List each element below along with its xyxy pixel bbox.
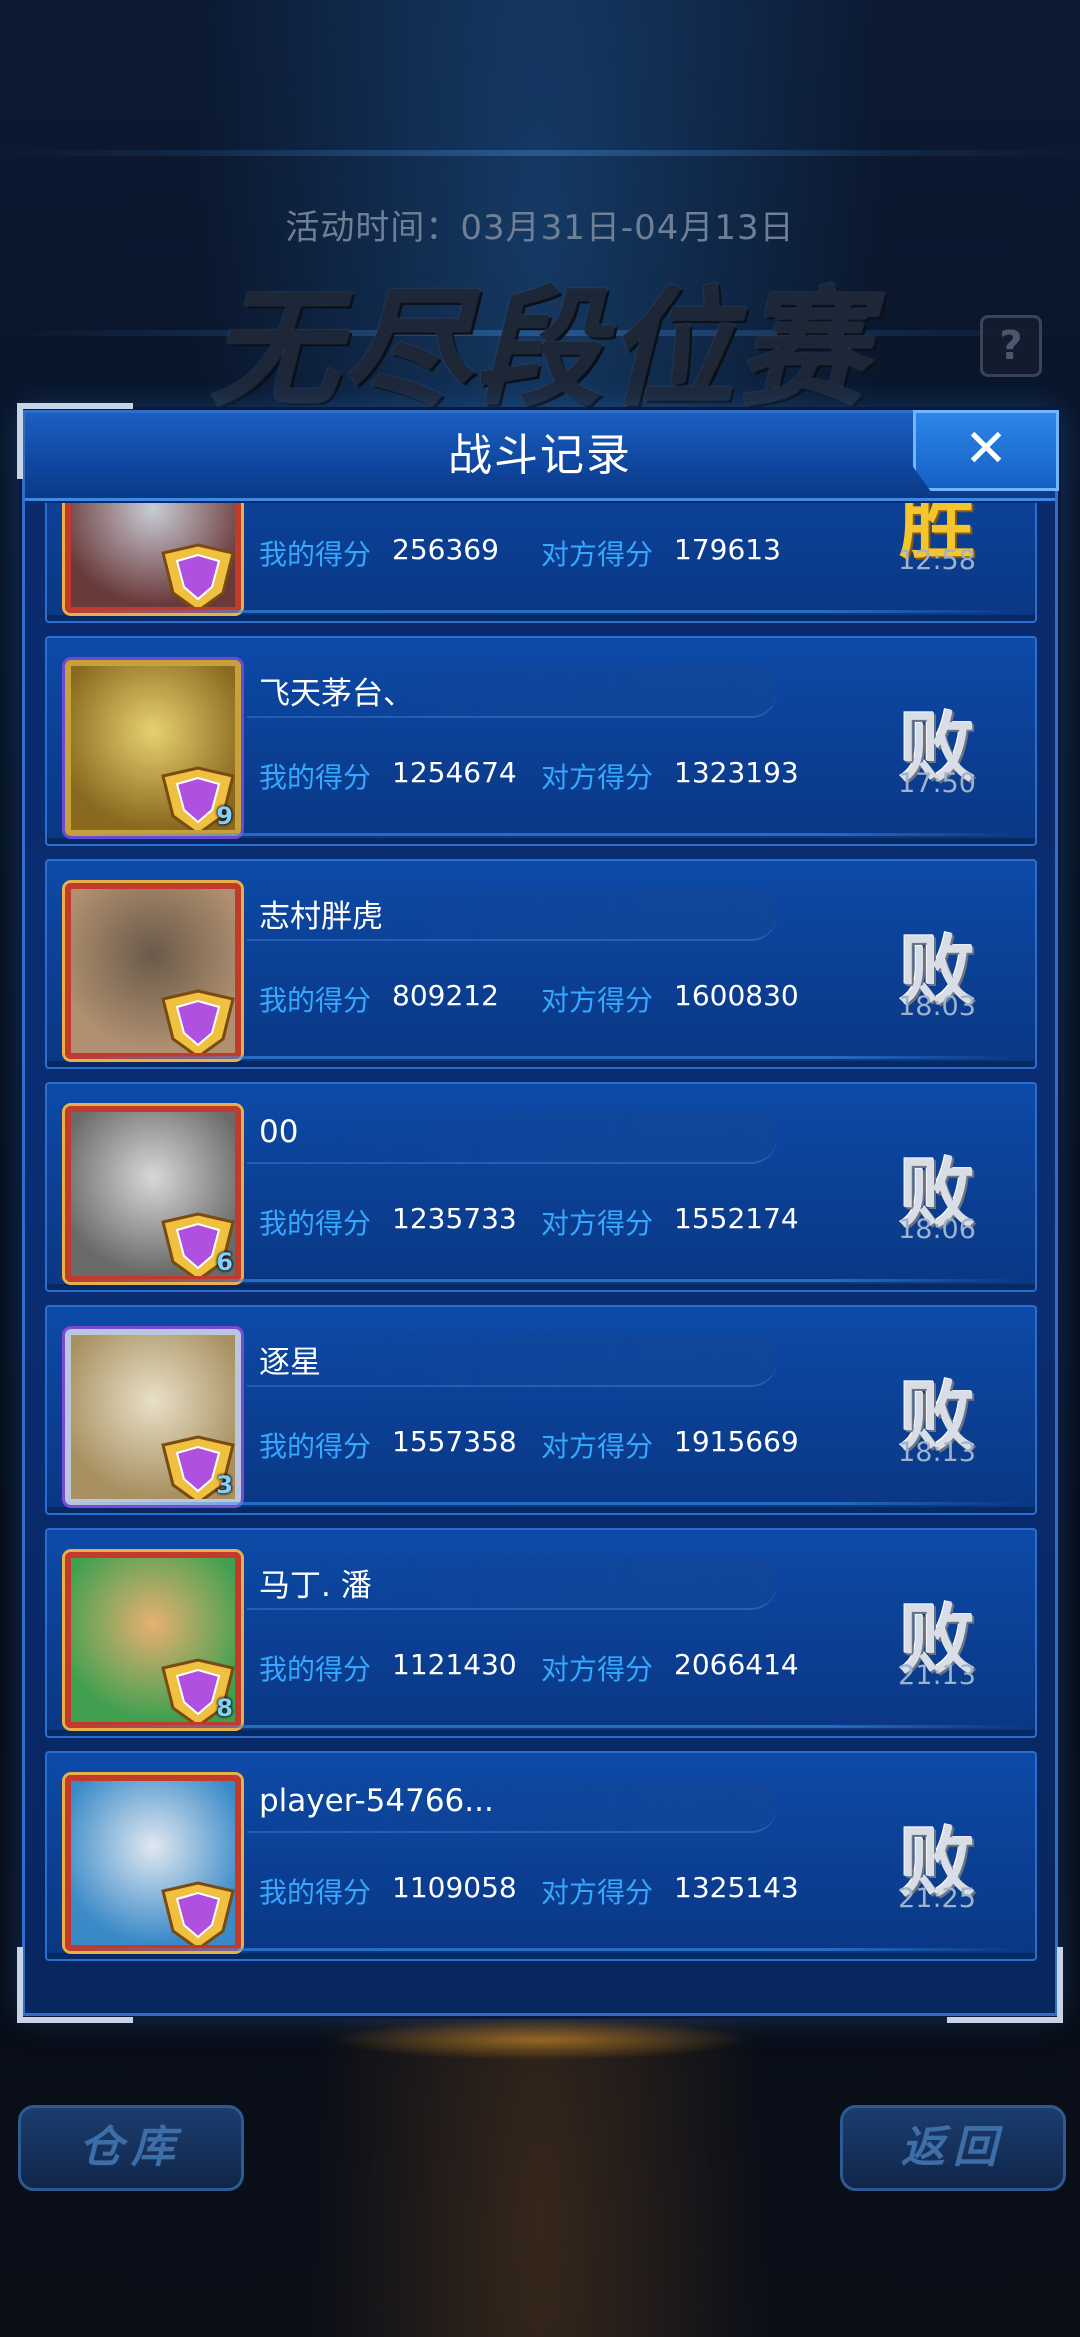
activity-time: 活动时间：03月31日-04月13日 <box>285 208 795 248</box>
opponent-name: 逐星 <box>259 1345 321 1381</box>
opponent-score-value: 1323193 <box>674 756 799 789</box>
battle-record-row[interactable]: 9 飞天茅台、 我的得分 1254674 对方得分 1323193 败 17:5… <box>45 636 1037 846</box>
panel-header: 战斗记录 <box>25 413 1055 501</box>
match-time: 21:13 <box>898 1660 976 1691</box>
my-score-label: 我的得分 <box>259 984 372 1017</box>
my-score-value: 1557358 <box>392 1425 517 1458</box>
match-time: 17:50 <box>898 768 976 799</box>
opponent-score-label: 对方得分 <box>541 1876 654 1909</box>
close-button[interactable]: ✕ <box>913 410 1059 491</box>
my-score-value: 1235733 <box>392 1202 517 1235</box>
my-score-label: 我的得分 <box>259 1207 372 1240</box>
opponent-score-value: 1552174 <box>674 1202 799 1235</box>
opponent-avatar[interactable]: 6 <box>65 1106 241 1282</box>
event-title-logo: 无尽段位赛 <box>209 275 870 424</box>
match-time: 12:58 <box>898 545 976 576</box>
opponent-score-label: 对方得分 <box>541 538 654 571</box>
my-score-value: 809212 <box>392 979 499 1012</box>
rank-level: 6 <box>216 1248 233 1276</box>
warehouse-button[interactable]: 仓库 <box>18 2105 244 2191</box>
battle-record-row[interactable]: player-54766... 我的得分 1109058 对方得分 132514… <box>45 1751 1037 1961</box>
background-stripe <box>0 150 1080 156</box>
opponent-score-label: 对方得分 <box>541 761 654 794</box>
battle-record-row[interactable]: 志村胖虎 我的得分 809212 对方得分 1600830 败 18:03 <box>45 859 1037 1069</box>
match-time: 18:03 <box>898 991 976 1022</box>
my-score-value: 1121430 <box>392 1648 517 1681</box>
my-score-label: 我的得分 <box>259 538 372 571</box>
rank-badge-icon <box>161 1881 235 1945</box>
rank-badge-icon <box>161 543 235 607</box>
opponent-score-value: 2066414 <box>674 1648 799 1681</box>
match-time: 18:06 <box>898 1214 976 1245</box>
rank-level: 3 <box>216 1471 233 1499</box>
opponent-avatar[interactable] <box>65 503 241 613</box>
opponent-avatar[interactable]: 8 <box>65 1552 241 1728</box>
bottom-glow <box>330 2020 750 2060</box>
opponent-score-value: 1600830 <box>674 979 799 1012</box>
rank-badge-icon <box>161 989 235 1053</box>
my-score-value: 1109058 <box>392 1871 517 1904</box>
name-bar <box>247 1333 777 1387</box>
my-score-label: 我的得分 <box>259 1876 372 1909</box>
back-button[interactable]: 返回 <box>840 2105 1066 2191</box>
my-score-label: 我的得分 <box>259 1653 372 1686</box>
opponent-avatar[interactable]: 9 <box>65 660 241 836</box>
panel-title: 战斗记录 <box>448 430 632 481</box>
rank-level: 8 <box>216 1694 233 1722</box>
battle-record-row[interactable]: 6 00 我的得分 1235733 对方得分 1552174 败 18:06 <box>45 1082 1037 1292</box>
help-button[interactable]: ? <box>980 315 1042 377</box>
opponent-score-label: 对方得分 <box>541 1207 654 1240</box>
opponent-score-value: 179613 <box>674 533 781 566</box>
opponent-avatar[interactable] <box>65 883 241 1059</box>
opponent-score-value: 1325143 <box>674 1871 799 1904</box>
opponent-score-value: 1915669 <box>674 1425 799 1458</box>
opponent-score-label: 对方得分 <box>541 984 654 1017</box>
opponent-score-label: 对方得分 <box>541 1653 654 1686</box>
my-score-label: 我的得分 <box>259 761 372 794</box>
match-time: 18:13 <box>898 1437 976 1468</box>
opponent-name: 马丁. 潘 <box>259 1568 372 1604</box>
my-score-label: 我的得分 <box>259 1430 372 1463</box>
opponent-name: 志村胖虎 <box>259 899 383 935</box>
battle-record-row[interactable]: 我的得分 256369 对方得分 179613 胜 12:58 <box>45 503 1037 623</box>
battle-record-row[interactable]: 3 逐星 我的得分 1557358 对方得分 1915669 败 18:13 <box>45 1305 1037 1515</box>
my-score-value: 1254674 <box>392 756 517 789</box>
my-score-value: 256369 <box>392 533 499 566</box>
opponent-avatar[interactable]: 3 <box>65 1329 241 1505</box>
battle-record-panel: 战斗记录 ✕ 我的得分 256369 对方得分 179613 胜 12:58 9 <box>17 403 1063 2023</box>
name-bar <box>247 1110 777 1164</box>
battle-record-list[interactable]: 我的得分 256369 对方得分 179613 胜 12:58 9 飞天茅台、 … <box>45 503 1037 1993</box>
opponent-name: 飞天茅台、 <box>259 676 414 712</box>
match-time: 21:25 <box>898 1883 976 1914</box>
opponent-name: 00 <box>259 1114 299 1150</box>
battle-record-row[interactable]: 8 马丁. 潘 我的得分 1121430 对方得分 2066414 败 21:1… <box>45 1528 1037 1738</box>
opponent-name: player-54766... <box>259 1783 494 1819</box>
opponent-avatar[interactable] <box>65 1775 241 1951</box>
opponent-score-label: 对方得分 <box>541 1430 654 1463</box>
rank-level: 9 <box>216 802 233 830</box>
